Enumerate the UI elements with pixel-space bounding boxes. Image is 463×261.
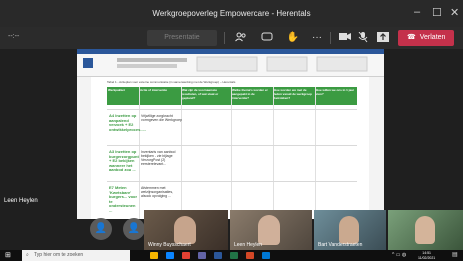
presenter-name: Leen Heylen [4, 198, 38, 204]
participant-video [339, 216, 359, 244]
outlook-icon[interactable] [262, 252, 270, 259]
window-title: Werkgroepoverleg Empowercare - Herentals [152, 9, 311, 18]
table-header: Welke thema's worden er aangepakt in de … [231, 87, 273, 105]
windows-taskbar: ⊞ ⌕ Typ hier om te zoeken ^ ▭ ◍ 14:51 11… [0, 250, 463, 261]
word-document: Tabel 1 - Actieplan voor externe communi… [91, 77, 369, 219]
camera-icon[interactable] [338, 32, 352, 44]
shared-screen: Tabel 1 - Actieplan voor externe communi… [77, 49, 384, 219]
phone-hangup-icon: ☎ [407, 34, 416, 41]
system-tray-icons[interactable]: ^ ▭ ◍ [392, 252, 406, 258]
ribbon-controls [83, 56, 368, 72]
minimize-icon[interactable]: – [414, 6, 420, 18]
powerpoint-icon[interactable] [246, 252, 254, 259]
participant-name: Bart Vanderstraeten [318, 242, 363, 248]
participant-name: Winny Buysschaert [148, 242, 191, 248]
title-bar: Werkgroepoverleg Empowercare - Herentals… [0, 0, 463, 27]
windows-start-icon[interactable]: ⊞ [5, 251, 11, 259]
notifications-icon[interactable]: ▤ [452, 251, 458, 258]
table-row-label: A3 Inzetten op burgerzorgpunt + E2 bekij… [109, 149, 139, 172]
participant-video [174, 216, 196, 244]
divider [224, 32, 225, 44]
document-heading: Tabel 1 - Actieplan voor externe communi… [107, 80, 236, 84]
table-header: Hoe worden we met de leden vanuit de wer… [273, 87, 315, 105]
table-gridline [273, 87, 274, 219]
excel-icon[interactable] [230, 252, 238, 259]
taskbar-clock[interactable]: 14:51 11/02/2021 [418, 251, 435, 260]
table-cell: Vrijwillige zorgkracht vormgeven die Wer… [141, 114, 182, 122]
microphone-muted-icon[interactable] [356, 31, 370, 44]
stop-sharing-button[interactable]: Presentatie beëindigen [147, 30, 217, 57]
table-row-label: E7 Meten 'Kwetsbare' burgers... voor te … [109, 185, 138, 213]
teams-icon[interactable] [198, 252, 206, 259]
person-icon: 👤 [94, 223, 108, 234]
table-header: Actie of interventie [139, 87, 181, 105]
word-icon[interactable] [214, 252, 222, 259]
leave-button[interactable]: ☎ Verlaten [398, 30, 454, 46]
chrome-icon[interactable] [182, 252, 190, 259]
table-gridline [231, 87, 232, 219]
person-icon: 👤 [127, 223, 141, 234]
meeting-timer: --:-- [8, 33, 20, 40]
table-gridline [107, 109, 357, 110]
table-header: Werkpakket [107, 87, 139, 105]
table-gridline [315, 87, 316, 219]
file-explorer-icon[interactable] [150, 252, 158, 259]
table-gridline [107, 181, 357, 182]
more-options-icon[interactable]: ··· [310, 32, 324, 44]
meeting-toolbar: --:-- Presentatie beëindigen ✋ ··· ☎Verl… [0, 27, 463, 57]
divider [330, 32, 331, 44]
participant-video [258, 215, 280, 245]
participant-avatar[interactable]: 👤 [123, 218, 145, 240]
video-tile[interactable] [388, 210, 463, 250]
edge-icon[interactable] [166, 252, 174, 259]
video-tile[interactable]: Winny Buysschaert [144, 210, 228, 250]
word-ribbon [77, 49, 384, 77]
share-screen-icon[interactable] [376, 32, 390, 44]
teams-meeting-window: Werkgroepoverleg Empowercare - Herentals… [0, 0, 463, 261]
participant-video [415, 216, 435, 244]
table-header: Hoe willen we ons in 1 jaar zien? [315, 87, 357, 105]
participants-icon[interactable] [234, 32, 248, 44]
search-icon: ⌕ [26, 252, 29, 258]
table-gridline [107, 145, 357, 146]
participant-name: Leen Heylen [234, 242, 263, 248]
table-cell: Afstemmen met welzijnsorganisaties, also… [141, 186, 174, 198]
video-tile[interactable]: Bart Vanderstraeten [314, 210, 386, 250]
raise-hand-icon[interactable]: ✋ [286, 32, 300, 44]
participant-avatar[interactable]: 👤 [90, 218, 112, 240]
taskbar-search-input[interactable]: ⌕ Typ hier om te zoeken [22, 250, 130, 261]
chat-icon[interactable] [260, 32, 274, 44]
close-icon[interactable]: ✕ [450, 6, 459, 19]
video-tile[interactable]: Leen Heylen [230, 210, 312, 250]
table-row-label: A4 Inzetten op aanpalend verzoek + E2 on… [109, 113, 146, 132]
table-header: Wat zijn de voornaamste resultaten, of w… [181, 87, 231, 105]
table-cell: Inventaris van aanbod bekijken - zie bij… [141, 150, 176, 166]
maximize-icon[interactable]: ☐ [432, 6, 442, 19]
table-gridline [139, 87, 140, 219]
